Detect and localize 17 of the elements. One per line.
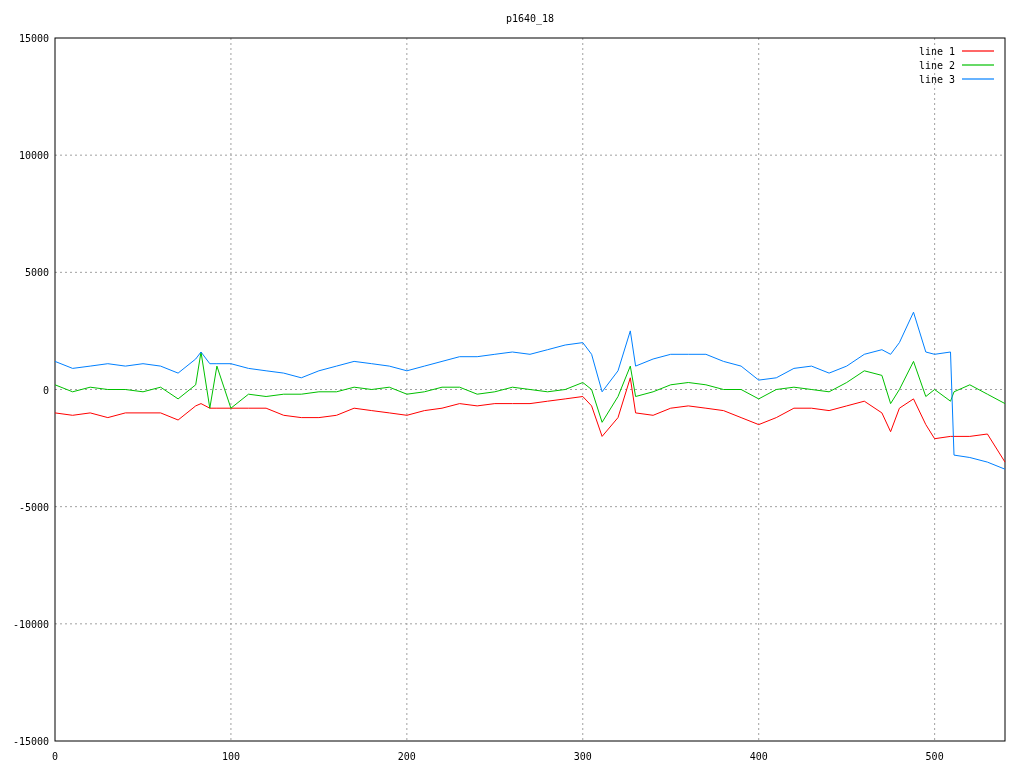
- x-tick-label: 500: [925, 751, 944, 762]
- y-tick-label: -15000: [12, 736, 49, 747]
- chart-title: p1640_18: [505, 13, 555, 24]
- y-tick-label: 5000: [24, 267, 49, 279]
- legend-label: line 3: [918, 74, 955, 85]
- y-tick-label: -5000: [18, 501, 49, 513]
- x-tick-label: 300: [573, 751, 592, 762]
- legend-label: line 2: [918, 60, 955, 71]
- y-tick-label: 0: [42, 384, 49, 396]
- x-tick-label: 0: [52, 751, 58, 762]
- x-tick-label: 100: [221, 751, 240, 762]
- y-tick-label: 15000: [18, 33, 49, 44]
- legend-label: line 1: [918, 46, 955, 57]
- y-tick-label: -10000: [12, 618, 49, 630]
- x-tick-label: 200: [397, 751, 416, 762]
- y-tick-label: 10000: [18, 150, 49, 162]
- x-tick-label: 400: [749, 751, 768, 762]
